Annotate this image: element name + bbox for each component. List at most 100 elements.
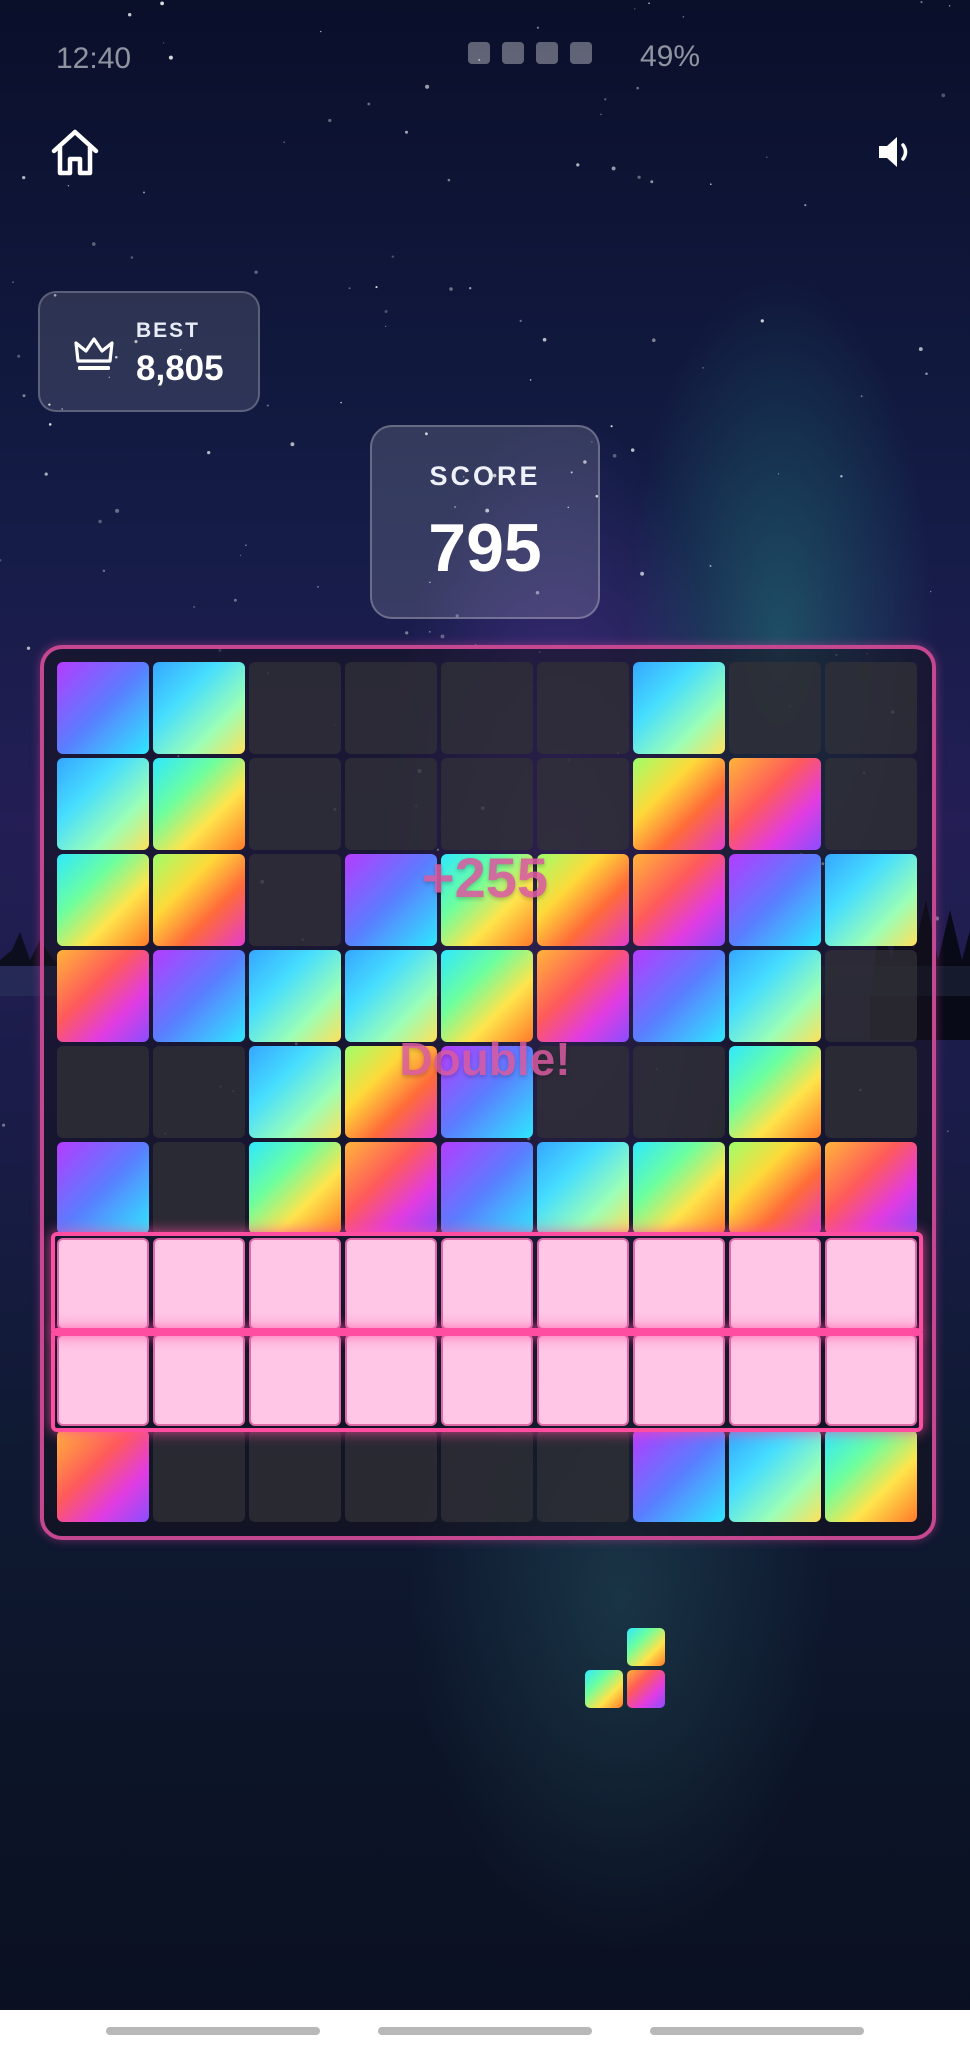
clearing-cell[interactable] <box>633 1334 725 1426</box>
empty-cell[interactable] <box>441 758 533 850</box>
star <box>317 586 319 588</box>
star <box>92 242 96 246</box>
empty-cell[interactable] <box>345 1430 437 1522</box>
empty-cell[interactable] <box>249 662 341 754</box>
empty-cell[interactable] <box>825 758 917 850</box>
clearing-cell[interactable] <box>345 1238 437 1330</box>
clearing-cell[interactable] <box>153 1238 245 1330</box>
star <box>22 175 26 180</box>
clearing-cell[interactable] <box>537 1238 629 1330</box>
star <box>102 569 106 573</box>
clearing-cell[interactable] <box>441 1334 533 1426</box>
best-label: BEST <box>136 319 201 342</box>
clearing-cell[interactable] <box>153 1334 245 1426</box>
clearing-cell[interactable] <box>57 1238 149 1330</box>
nav-back-button[interactable] <box>650 2027 864 2035</box>
empty-cell[interactable] <box>153 1430 245 1522</box>
battery-level: 49% <box>640 40 701 73</box>
filled-block[interactable] <box>729 950 821 1042</box>
crown-icon <box>74 337 114 370</box>
clearing-cell[interactable] <box>441 1238 533 1330</box>
clearing-cell[interactable] <box>249 1238 341 1330</box>
star <box>709 564 712 567</box>
filled-block[interactable] <box>57 1430 149 1522</box>
clearing-cell[interactable] <box>537 1334 629 1426</box>
filled-block[interactable] <box>153 758 245 850</box>
next-piece[interactable] <box>585 1628 669 1712</box>
clearing-cell[interactable] <box>345 1334 437 1426</box>
home-button[interactable] <box>40 117 110 187</box>
star <box>239 554 242 557</box>
filled-block[interactable] <box>441 1142 533 1234</box>
empty-cell[interactable] <box>441 1430 533 1522</box>
filled-block[interactable] <box>633 1142 725 1234</box>
star <box>611 166 616 171</box>
filled-block[interactable] <box>633 662 725 754</box>
empty-cell[interactable] <box>249 1430 341 1522</box>
star <box>804 203 807 207</box>
clearing-cell[interactable] <box>825 1334 917 1426</box>
filled-block[interactable] <box>249 1142 341 1234</box>
filled-block[interactable] <box>57 950 149 1042</box>
filled-block[interactable] <box>729 1430 821 1522</box>
star <box>115 508 120 513</box>
star <box>860 395 863 398</box>
filled-block[interactable] <box>57 758 149 850</box>
filled-block[interactable] <box>633 758 725 850</box>
star <box>245 544 247 546</box>
filled-block[interactable] <box>345 1142 437 1234</box>
clearing-cell[interactable] <box>633 1238 725 1330</box>
filled-block[interactable] <box>345 950 437 1042</box>
game-board[interactable] <box>40 645 936 1540</box>
next-piece-block[interactable] <box>627 1670 665 1708</box>
clearing-cell[interactable] <box>57 1334 149 1426</box>
next-piece-block[interactable] <box>627 1628 665 1666</box>
filled-block[interactable] <box>249 950 341 1042</box>
filled-block[interactable] <box>825 1142 917 1234</box>
filled-block[interactable] <box>441 950 533 1042</box>
star <box>630 448 635 452</box>
nav-home-button[interactable] <box>378 2027 592 2035</box>
sound-button[interactable] <box>860 117 930 187</box>
filled-block[interactable] <box>57 662 149 754</box>
status-icons <box>468 42 592 64</box>
empty-cell[interactable] <box>537 758 629 850</box>
clearing-cell[interactable] <box>249 1334 341 1426</box>
filled-block[interactable] <box>537 1142 629 1234</box>
star <box>142 191 146 194</box>
filled-block[interactable] <box>57 1142 149 1234</box>
filled-block[interactable] <box>729 758 821 850</box>
filled-block[interactable] <box>537 950 629 1042</box>
clearing-cell[interactable] <box>729 1334 821 1426</box>
star <box>760 319 764 323</box>
empty-cell[interactable] <box>249 758 341 850</box>
empty-cell[interactable] <box>345 758 437 850</box>
star <box>610 425 613 428</box>
status-bar: 12:40 49% <box>0 0 970 120</box>
empty-cell[interactable] <box>825 662 917 754</box>
filled-block[interactable] <box>153 662 245 754</box>
empty-cell[interactable] <box>345 662 437 754</box>
filled-block[interactable] <box>633 950 725 1042</box>
nav-recents-button[interactable] <box>106 2027 320 2035</box>
empty-cell[interactable] <box>153 1142 245 1234</box>
empty-cell[interactable] <box>729 662 821 754</box>
star <box>290 442 295 447</box>
empty-cell[interactable] <box>825 950 917 1042</box>
clearing-cell[interactable] <box>825 1238 917 1330</box>
best-value: 8,805 <box>136 349 224 388</box>
empty-cell[interactable] <box>537 1430 629 1522</box>
filled-block[interactable] <box>825 1430 917 1522</box>
filled-block[interactable] <box>153 950 245 1042</box>
score-label: SCORE <box>429 461 541 491</box>
star <box>193 605 196 608</box>
next-piece-block[interactable] <box>585 1670 623 1708</box>
star <box>440 634 445 639</box>
clearing-cell[interactable] <box>729 1238 821 1330</box>
empty-cell[interactable] <box>441 662 533 754</box>
empty-cell[interactable] <box>537 662 629 754</box>
star <box>130 256 134 259</box>
filled-block[interactable] <box>633 1430 725 1522</box>
filled-block[interactable] <box>729 1142 821 1234</box>
star <box>612 453 617 458</box>
